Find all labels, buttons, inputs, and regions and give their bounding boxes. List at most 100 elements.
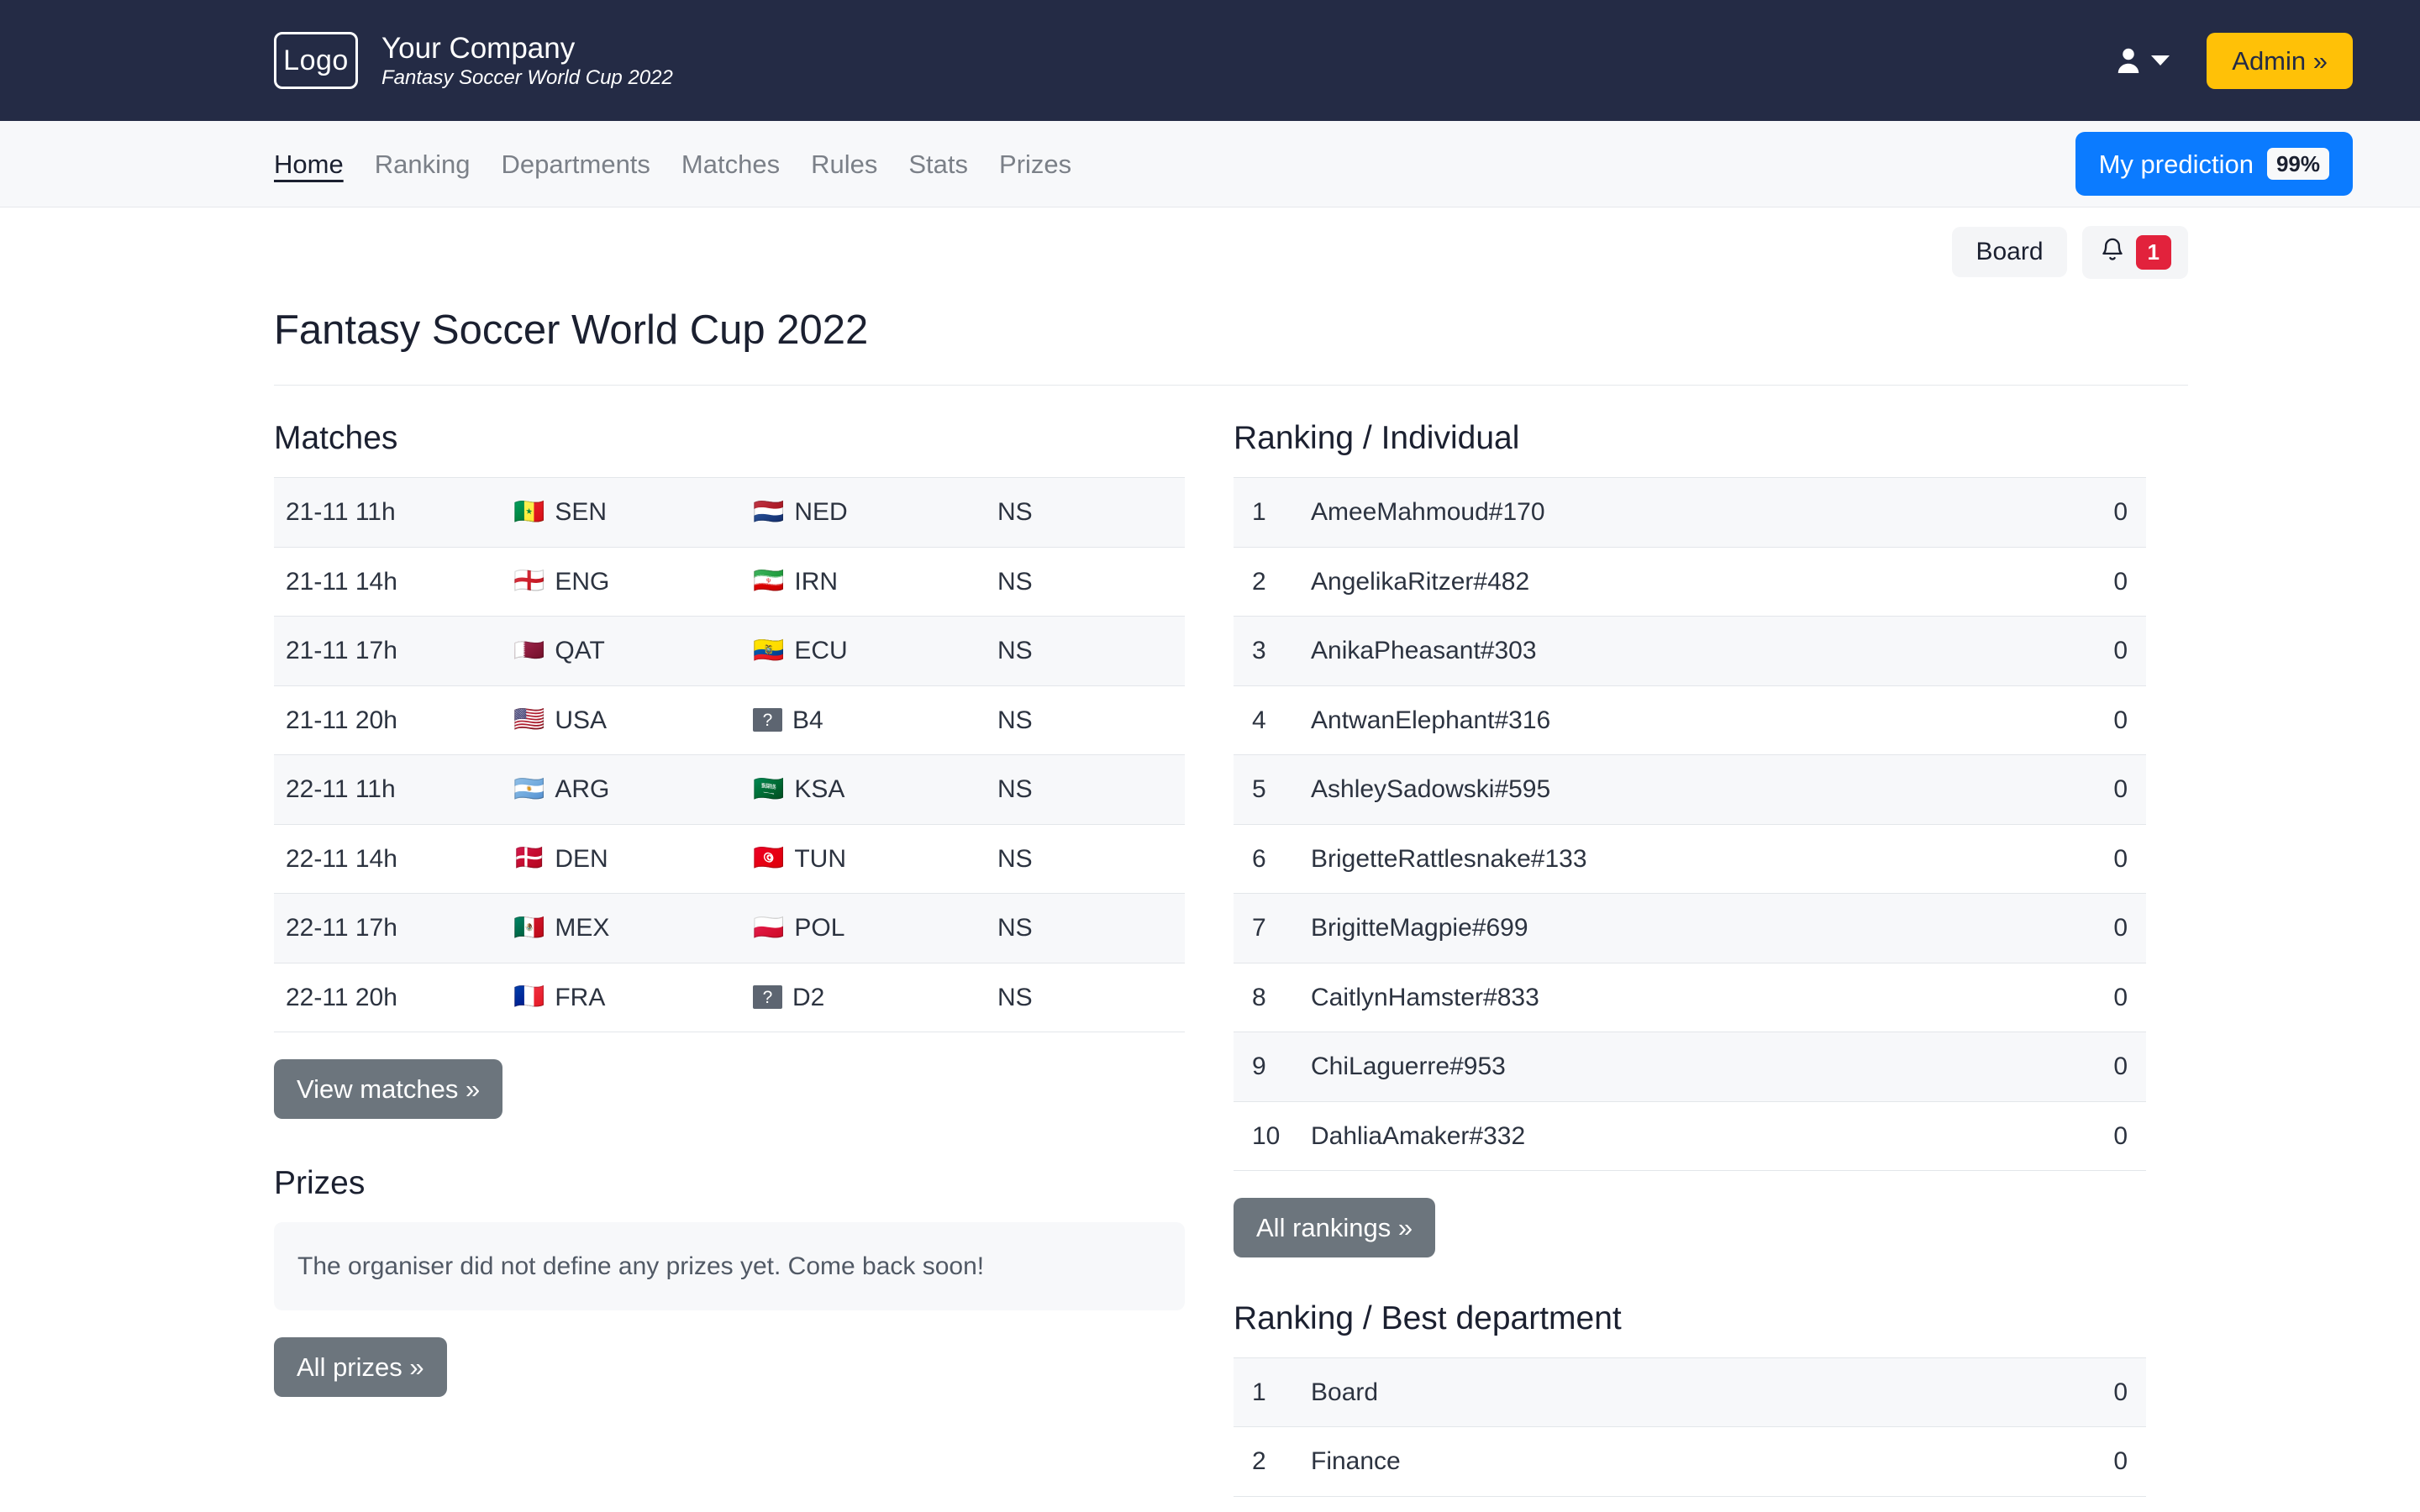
- match-time: 22-11 17h: [274, 894, 513, 963]
- match-row[interactable]: 21-11 17h🇶🇦QAT🇪🇨ECUNS: [274, 617, 1185, 686]
- company-subtitle: Fantasy Soccer World Cup 2022: [381, 66, 673, 90]
- view-matches-button[interactable]: View matches »: [274, 1059, 502, 1119]
- away-flag-icon: 🇹🇳: [753, 846, 784, 871]
- rank-position: 5: [1234, 755, 1311, 825]
- match-status[interactable]: NS: [992, 963, 1185, 1032]
- home-team: 🇸🇳SEN: [513, 496, 753, 528]
- content-columns: Matches 21-11 11h🇸🇳SEN🇳🇱NEDNS21-11 14h🏴󠁧…: [274, 419, 2188, 1497]
- company-name: Your Company: [381, 32, 673, 65]
- match-status[interactable]: NS: [992, 547, 1185, 617]
- rank-name: BrigetteRattlesnake#133: [1311, 824, 2058, 894]
- away-team-code: D2: [792, 982, 824, 1014]
- home-team-code: USA: [555, 705, 607, 737]
- match-status[interactable]: NS: [992, 617, 1185, 686]
- rank-score: 0: [1924, 1357, 2146, 1427]
- match-time: 21-11 17h: [274, 617, 513, 686]
- away-team: 🇳🇱 NED: [753, 496, 992, 528]
- main-navigation: Home Ranking Departments Matches Rules S…: [0, 121, 2420, 207]
- away-team-code: KSA: [794, 774, 844, 806]
- match-row[interactable]: 21-11 14h🏴󠁧󠁢󠁥󠁮󠁧󠁿ENG🇮🇷IRNNS: [274, 547, 1185, 617]
- ranking-individual-row[interactable]: 9ChiLaguerre#9530: [1234, 1032, 2146, 1102]
- home-team: 🇶🇦QAT: [513, 635, 753, 667]
- board-button[interactable]: Board: [1952, 227, 2066, 277]
- all-rankings-button[interactable]: All rankings »: [1234, 1198, 1435, 1257]
- nav-item-matches[interactable]: Matches: [681, 151, 780, 177]
- away-team: ?B4: [753, 705, 992, 737]
- rank-score: 0: [2058, 478, 2146, 548]
- sub-action-bar: Board 1: [0, 207, 2420, 279]
- home-flag-icon: 🏴󠁧󠁢󠁥󠁮󠁧󠁿: [513, 569, 544, 594]
- home-team-code: DEN: [555, 843, 608, 875]
- nav-item-home[interactable]: Home: [274, 151, 344, 177]
- notifications-button[interactable]: 1: [2082, 226, 2188, 279]
- rank-name: ChiLaguerre#953: [1311, 1032, 2058, 1102]
- away-team: 🇸🇦KSA: [753, 774, 992, 806]
- away-team: 🇮🇷IRN: [753, 566, 992, 598]
- home-team-code: SEN: [555, 496, 607, 528]
- all-prizes-button[interactable]: All prizes »: [274, 1337, 447, 1397]
- away-flag-icon: 🇪🇨: [753, 638, 784, 664]
- brand-text: Your Company Fantasy Soccer World Cup 20…: [381, 32, 673, 90]
- rank-score: 0: [2058, 1101, 2146, 1171]
- chevron-down-icon: [2151, 55, 2170, 66]
- match-row[interactable]: 21-11 20h🇺🇸USA?B4NS: [274, 685, 1185, 755]
- nav-item-prizes[interactable]: Prizes: [999, 151, 1071, 177]
- ranking-department-title: Ranking / Best department: [1234, 1299, 2146, 1339]
- match-row[interactable]: 22-11 17h🇲🇽MEX🇵🇱POLNS: [274, 894, 1185, 963]
- prizes-section-title: Prizes: [274, 1164, 1185, 1204]
- ranking-individual-row[interactable]: 6BrigetteRattlesnake#1330: [1234, 824, 2146, 894]
- home-flag-icon: 🇫🇷: [513, 984, 544, 1010]
- match-status[interactable]: NS: [992, 894, 1185, 963]
- home-team-code: ENG: [555, 566, 609, 598]
- match-status[interactable]: NS: [992, 824, 1185, 894]
- match-row[interactable]: 22-11 11h🇦🇷ARG🇸🇦KSANS: [274, 755, 1185, 825]
- home-team: 🇺🇸USA: [513, 705, 753, 737]
- user-icon: [2116, 46, 2141, 75]
- right-column: Ranking / Individual 1AmeeMahmoud#17002A…: [1234, 419, 2146, 1497]
- admin-button[interactable]: Admin »: [2207, 33, 2353, 89]
- home-team-code: ARG: [555, 774, 609, 806]
- away-flag-icon: 🇳🇱: [753, 500, 784, 525]
- ranking-department-row[interactable]: 1Board0: [1234, 1357, 2146, 1427]
- my-prediction-button[interactable]: My prediction 99%: [2075, 132, 2353, 197]
- away-team-code: TUN: [794, 843, 846, 875]
- home-flag-icon: 🇦🇷: [513, 777, 544, 802]
- nav-item-stats[interactable]: Stats: [908, 151, 968, 177]
- match-time: 21-11 11h: [274, 478, 513, 548]
- ranking-individual-row[interactable]: 10DahliaAmaker#3320: [1234, 1101, 2146, 1171]
- rank-name: Board: [1311, 1357, 1924, 1427]
- match-time: 21-11 20h: [274, 685, 513, 755]
- ranking-individual-row[interactable]: 8CaitlynHamster#8330: [1234, 963, 2146, 1032]
- ranking-individual-row[interactable]: 1AmeeMahmoud#1700: [1234, 478, 2146, 548]
- match-status[interactable]: NS: [992, 755, 1185, 825]
- rank-score: 0: [2058, 1032, 2146, 1102]
- ranking-individual-row[interactable]: 2AngelikaRitzer#4820: [1234, 547, 2146, 617]
- notification-count-badge: 1: [2136, 235, 2171, 270]
- ranking-individual-row[interactable]: 7BrigitteMagpie#6990: [1234, 894, 2146, 963]
- rank-score: 0: [2058, 685, 2146, 755]
- match-row[interactable]: 22-11 20h🇫🇷FRA?D2NS: [274, 963, 1185, 1032]
- ranking-individual-row[interactable]: 5AshleySadowski#5950: [1234, 755, 2146, 825]
- away-team-code: B4: [792, 705, 823, 737]
- nav-item-ranking[interactable]: Ranking: [375, 151, 471, 177]
- ranking-individual-row[interactable]: 4AntwanElephant#3160: [1234, 685, 2146, 755]
- nav-item-departments[interactable]: Departments: [501, 151, 650, 177]
- match-status[interactable]: NS: [992, 685, 1185, 755]
- rank-name: AshleySadowski#595: [1311, 755, 2058, 825]
- user-menu[interactable]: [2116, 46, 2170, 75]
- left-column: Matches 21-11 11h🇸🇳SEN🇳🇱NEDNS21-11 14h🏴󠁧…: [274, 419, 1185, 1497]
- rank-position: 1: [1234, 1357, 1311, 1427]
- home-team-code: FRA: [555, 982, 605, 1014]
- nav-item-rules[interactable]: Rules: [811, 151, 877, 177]
- title-divider: [274, 385, 2188, 386]
- page-content: Fantasy Soccer World Cup 2022 Matches 21…: [0, 279, 2420, 1497]
- brand[interactable]: Logo Your Company Fantasy Soccer World C…: [274, 32, 673, 90]
- ranking-individual-row[interactable]: 3AnikaPheasant#3030: [1234, 617, 2146, 686]
- match-status[interactable]: NS: [992, 478, 1185, 548]
- match-row[interactable]: 22-11 14h🇩🇰DEN🇹🇳TUNNS: [274, 824, 1185, 894]
- rank-score: 0: [1924, 1427, 2146, 1497]
- rank-position: 9: [1234, 1032, 1311, 1102]
- away-team-code: NED: [794, 496, 847, 528]
- match-row[interactable]: 21-11 11h🇸🇳SEN🇳🇱 NED NS: [274, 478, 1185, 548]
- ranking-department-row[interactable]: 2Finance0: [1234, 1427, 2146, 1497]
